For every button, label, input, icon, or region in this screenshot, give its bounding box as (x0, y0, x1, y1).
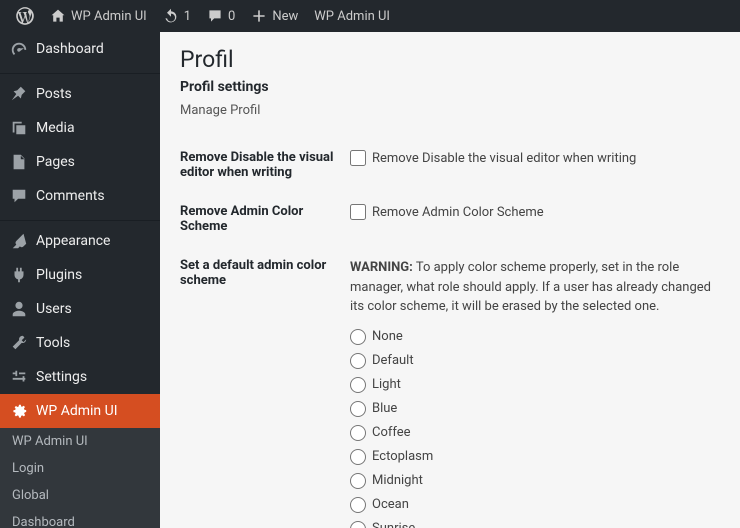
admin-sidebar: Dashboard Posts Media Pages Comments App… (0, 32, 160, 528)
admin-bar: WP Admin UI 1 0 New WP Admin UI (0, 0, 740, 32)
page-title: Profil (180, 46, 720, 73)
sidebar-item-plugins[interactable]: Plugins (0, 258, 160, 292)
breadcrumb-label: WP Admin UI (314, 9, 390, 24)
warning-text: WARNING: To apply color scheme properly,… (350, 258, 720, 317)
row-default-scheme-th: Set a default admin color scheme (180, 246, 350, 528)
comment-icon (207, 8, 223, 24)
sub-item-login[interactable]: Login (0, 455, 160, 482)
sub-item-global[interactable]: Global (0, 482, 160, 509)
gear-icon (10, 402, 28, 420)
updates-count: 1 (184, 9, 191, 24)
breadcrumb-link[interactable]: WP Admin UI (306, 0, 398, 32)
site-name: WP Admin UI (71, 9, 147, 24)
site-link[interactable]: WP Admin UI (42, 0, 155, 32)
row-visual-editor-th: Remove Disable the visual editor when wr… (180, 138, 350, 192)
sidebar-item-tools[interactable]: Tools (0, 326, 160, 360)
sidebar-item-comments[interactable]: Comments (0, 179, 160, 213)
sidebar-item-media[interactable]: Media (0, 111, 160, 145)
sidebar-item-users[interactable]: Users (0, 292, 160, 326)
radio-ocean[interactable]: Ocean (350, 497, 720, 513)
gauge-icon (10, 40, 28, 58)
sidebar-item-dashboard[interactable]: Dashboard (0, 32, 160, 66)
radio-ectoplasm[interactable]: Ectoplasm (350, 449, 720, 465)
plug-icon (10, 266, 28, 284)
updates-link[interactable]: 1 (155, 0, 199, 32)
sidebar-item-appearance[interactable]: Appearance (0, 224, 160, 258)
row-color-scheme-th: Remove Admin Color Scheme (180, 192, 350, 246)
settings-table: Remove Disable the visual editor when wr… (180, 138, 720, 528)
radio-ectoplasm-input[interactable] (350, 449, 366, 465)
sub-item-dashboard[interactable]: Dashboard (0, 509, 160, 528)
radio-coffee[interactable]: Coffee (350, 425, 720, 441)
sidebar-item-pages[interactable]: Pages (0, 145, 160, 179)
plus-icon (251, 8, 267, 24)
comments-count: 0 (228, 9, 235, 24)
radio-ocean-input[interactable] (350, 497, 366, 513)
comments-link[interactable]: 0 (199, 0, 243, 32)
sidebar-item-posts[interactable]: Posts (0, 77, 160, 111)
radio-default[interactable]: Default (350, 353, 720, 369)
row-color-scheme-label[interactable]: Remove Admin Color Scheme (350, 204, 544, 220)
user-icon (10, 300, 28, 318)
separator (0, 69, 160, 74)
new-link[interactable]: New (243, 0, 306, 32)
row-visual-editor-label[interactable]: Remove Disable the visual editor when wr… (350, 150, 636, 166)
radio-light-input[interactable] (350, 377, 366, 393)
radio-coffee-input[interactable] (350, 425, 366, 441)
radio-blue[interactable]: Blue (350, 401, 720, 417)
radio-midnight-input[interactable] (350, 473, 366, 489)
comment-icon (10, 187, 28, 205)
home-icon (50, 8, 66, 24)
radio-sunrise-input[interactable] (350, 521, 366, 528)
sub-item-overview[interactable]: WP Admin UI (0, 428, 160, 455)
wrench-icon (10, 334, 28, 352)
checkbox-visual-editor[interactable] (350, 150, 366, 166)
radio-midnight[interactable]: Midnight (350, 473, 720, 489)
sliders-icon (10, 368, 28, 386)
page-subtitle: Profil settings (180, 79, 720, 95)
wordpress-icon (16, 7, 34, 25)
sidebar-item-wpadminui[interactable]: WP Admin UI (0, 394, 160, 428)
radio-sunrise[interactable]: Sunrise (350, 521, 720, 528)
radio-default-input[interactable] (350, 353, 366, 369)
media-icon (10, 119, 28, 137)
refresh-icon (163, 8, 179, 24)
brush-icon (10, 232, 28, 250)
sidebar-item-settings[interactable]: Settings (0, 360, 160, 394)
pin-icon (10, 85, 28, 103)
radio-none[interactable]: None (350, 329, 720, 345)
new-label: New (272, 9, 298, 24)
wp-logo[interactable] (8, 0, 42, 32)
radio-blue-input[interactable] (350, 401, 366, 417)
radio-light[interactable]: Light (350, 377, 720, 393)
separator (0, 216, 160, 221)
checkbox-color-scheme[interactable] (350, 204, 366, 220)
color-scheme-radios: None Default Light Blue Coffee Ectoplasm… (350, 329, 720, 528)
page-description: Manage Profil (180, 103, 720, 118)
page-icon (10, 153, 28, 171)
radio-none-input[interactable] (350, 329, 366, 345)
main-content: Profil Profil settings Manage Profil Rem… (160, 32, 740, 528)
